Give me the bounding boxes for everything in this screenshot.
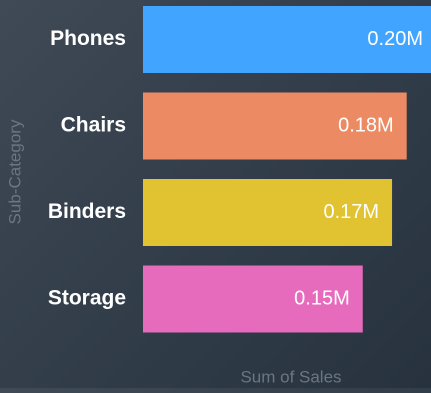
category-label-phones: Phones [50,27,126,50]
category-label-chairs: Chairs [61,114,126,137]
data-label-binders: 0.17M [323,201,379,223]
bar-chart: Sub-Category Sum of Sales Phones 0.20M Cha… [0,0,431,388]
category-label-storage: Storage [48,287,126,310]
data-label-chairs: 0.18M [338,114,394,136]
x-axis-title: Sum of Sales [240,367,341,386]
bars-group: Phones 0.20M Chairs 0.18M Binders 0.17M Storag… [48,6,431,333]
chart-canvas: Sub-Category Sum of Sales Phones 0.20M Cha… [5,6,431,386]
category-label-binders: Binders [48,200,126,223]
y-axis-title: Sub-Category [5,119,24,224]
data-label-storage: 0.15M [294,287,350,309]
data-label-phones: 0.20M [367,28,423,50]
